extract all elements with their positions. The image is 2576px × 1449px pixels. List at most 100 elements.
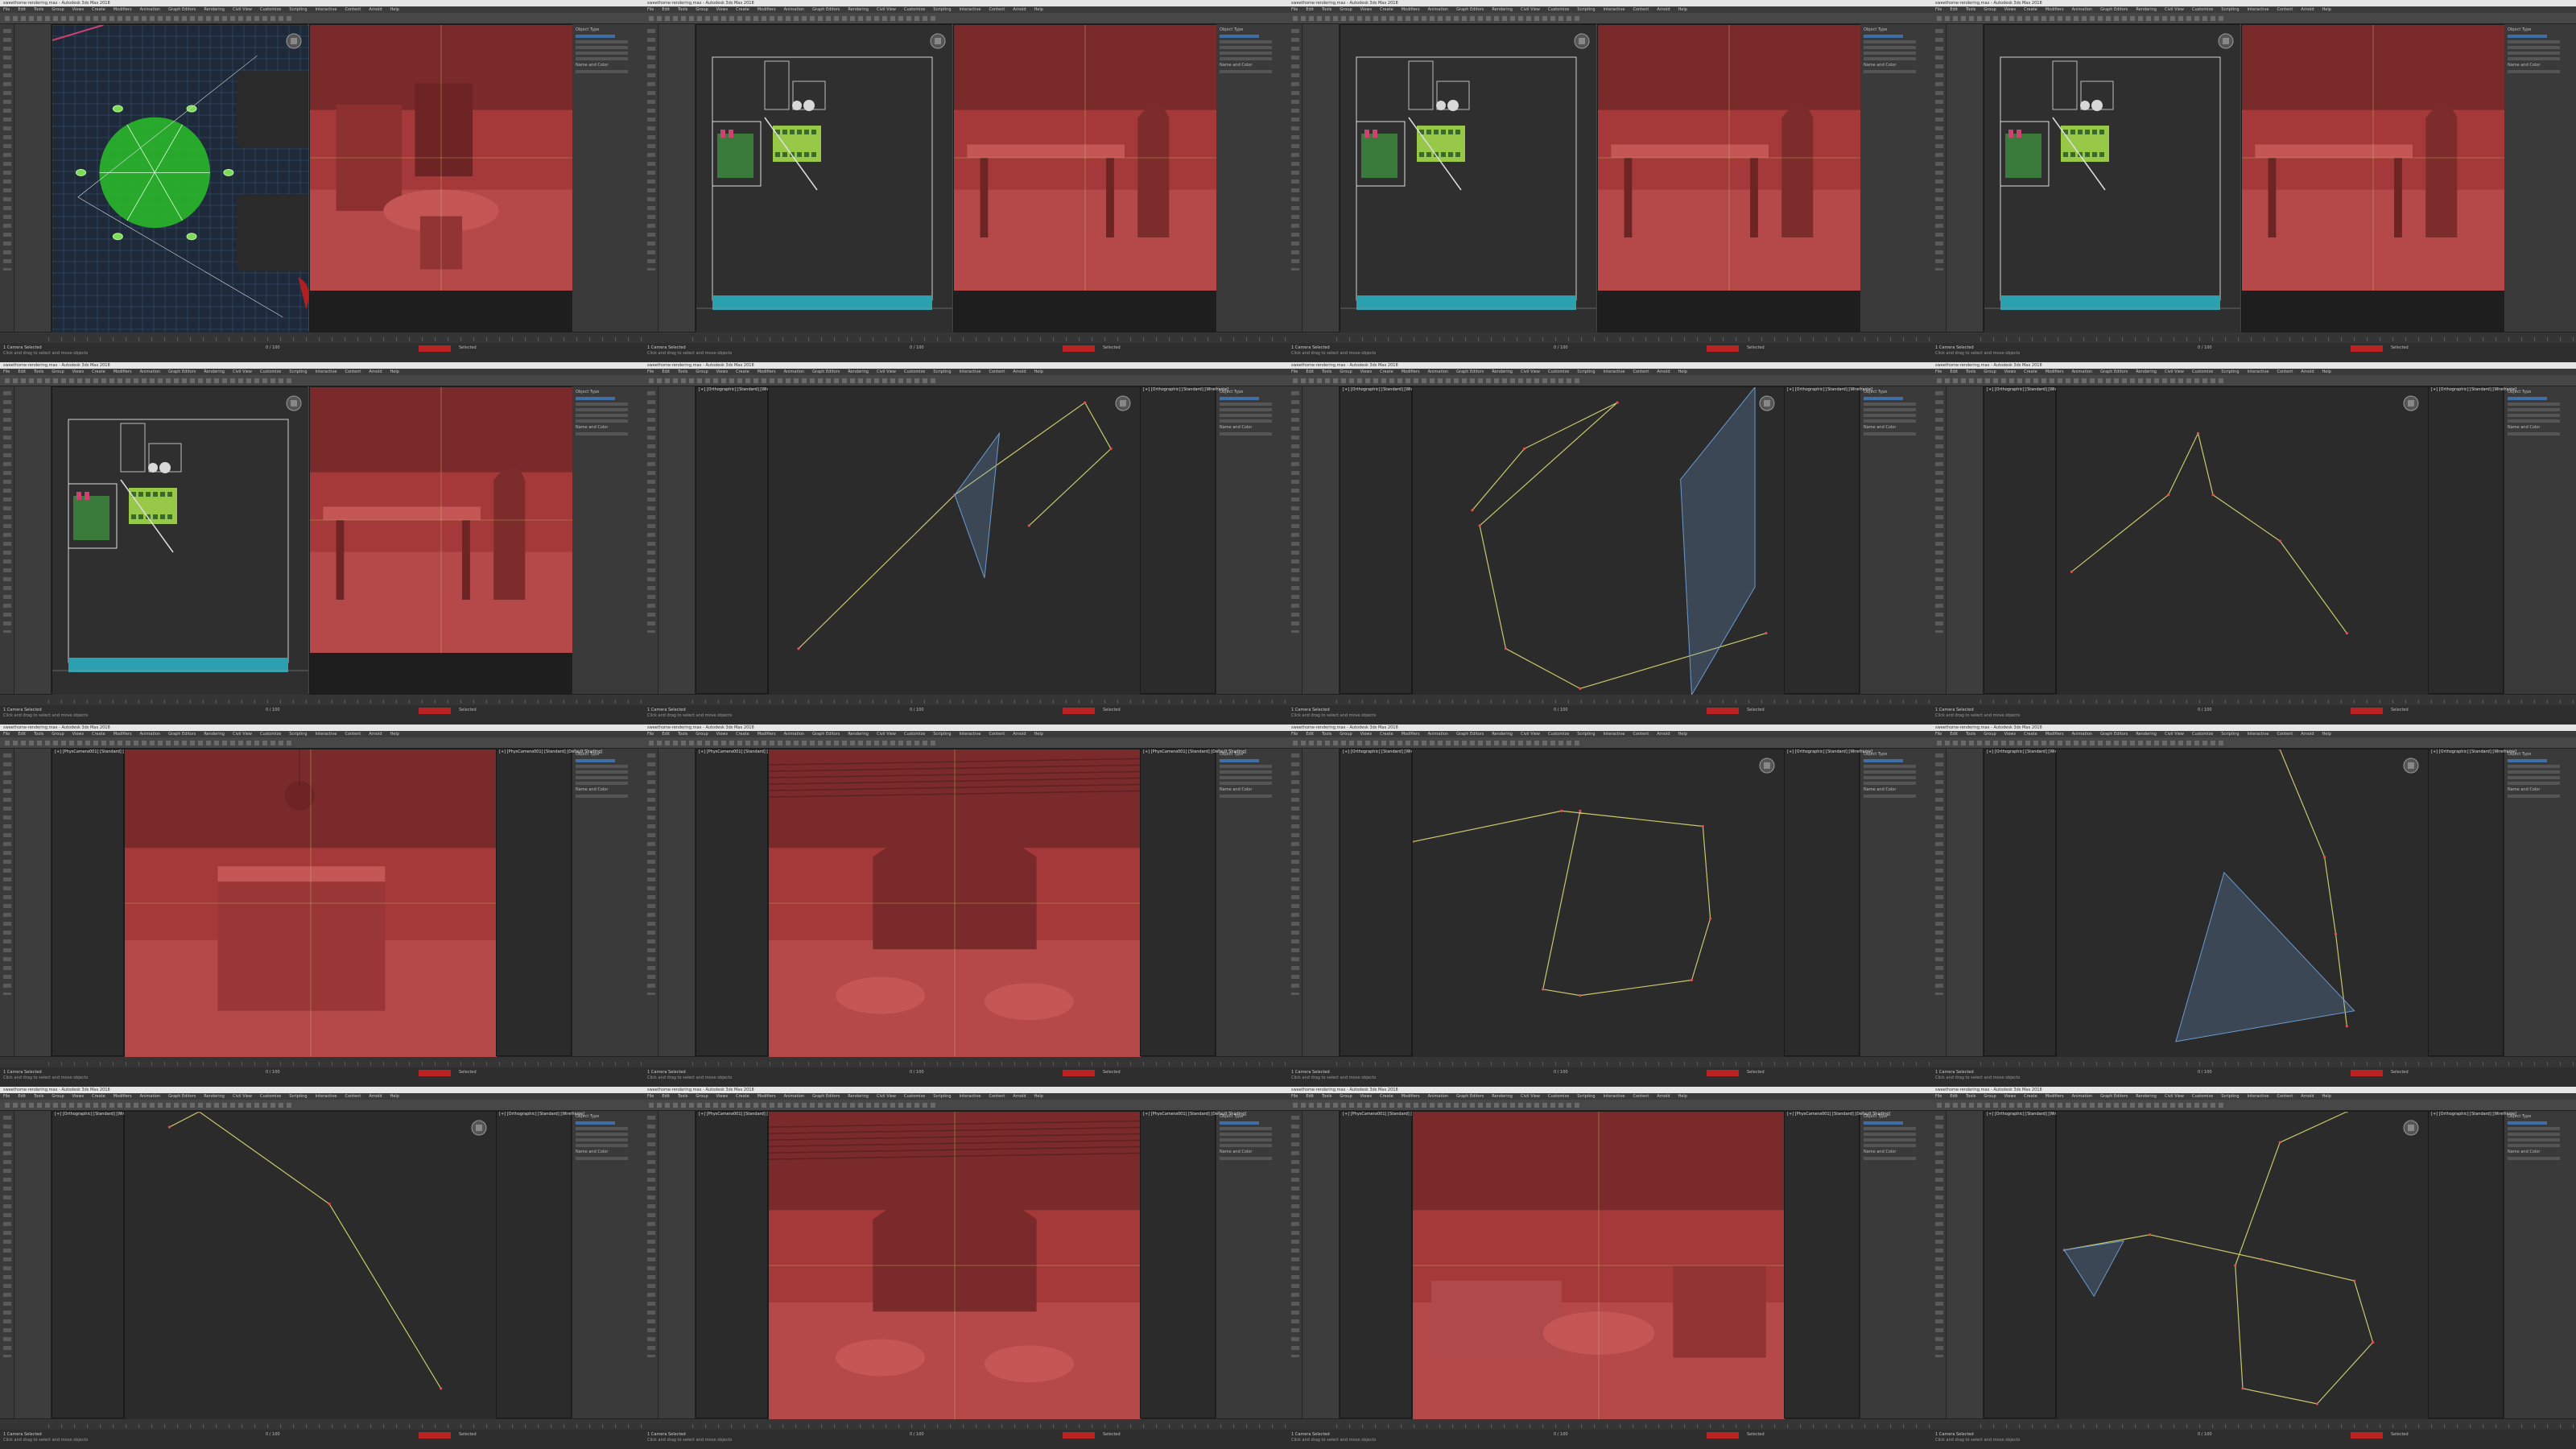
auto-key-button[interactable] xyxy=(2351,708,2383,714)
timeline[interactable] xyxy=(0,1418,644,1430)
menu-item[interactable]: Scripting xyxy=(289,7,307,12)
scene-explorer[interactable] xyxy=(658,749,696,1056)
menu-item[interactable]: Civil View xyxy=(1521,369,1540,374)
command-panel-button[interactable] xyxy=(2508,1127,2560,1130)
menu-item[interactable]: Edit xyxy=(18,369,26,374)
viewport-border[interactable]: [+] [Orthographic] [Standard] [Wireframe… xyxy=(496,1111,584,1418)
selected-set[interactable]: Selected xyxy=(1747,1432,1765,1438)
menu-item[interactable]: Graph Editors xyxy=(812,369,840,374)
viewport-label[interactable]: [+] [PhysCamera001] [Standard] [Default … xyxy=(497,749,602,755)
menu-item[interactable]: Help xyxy=(1034,369,1043,374)
selected-set[interactable]: Selected xyxy=(2391,345,2409,351)
command-panel-field[interactable] xyxy=(1220,1157,1272,1160)
menu-item[interactable]: Modifiers xyxy=(2046,7,2064,12)
menu-item[interactable]: File xyxy=(1935,7,1942,12)
camera-viewport[interactable]: [+] [PhysCamera001] [Standard] [Default … xyxy=(768,749,1141,1057)
menu-item[interactable]: Civil View xyxy=(2165,7,2184,12)
menu-item[interactable]: Arnold xyxy=(1013,1094,1026,1099)
menu-item[interactable]: Graph Editors xyxy=(2100,1094,2128,1099)
menu-item[interactable]: Animation xyxy=(140,7,161,12)
menu-item[interactable]: Graph Editors xyxy=(168,1094,196,1099)
left-toolbar[interactable] xyxy=(1932,1111,1946,1418)
timeline[interactable] xyxy=(1288,332,1932,343)
left-toolbar[interactable] xyxy=(644,24,658,332)
menu-item[interactable]: Rendering xyxy=(848,1094,869,1099)
command-panel[interactable]: Object Type Name and Color xyxy=(2504,386,2576,694)
menu-item[interactable]: Modifiers xyxy=(2046,1094,2064,1099)
left-toolbar[interactable] xyxy=(1932,24,1946,332)
menu-item[interactable]: File xyxy=(647,369,654,374)
menu-item[interactable]: Views xyxy=(2004,1094,2016,1099)
menu-item[interactable]: Tools xyxy=(1322,7,1331,12)
menu-item[interactable]: Create xyxy=(92,7,105,12)
menu-item[interactable]: Create xyxy=(1380,732,1393,737)
menu-item[interactable]: File xyxy=(1935,732,1942,737)
viewport-border[interactable]: [+] [Orthographic] [Standard] [Wireframe… xyxy=(52,1111,140,1418)
menu-item[interactable]: Create xyxy=(92,369,105,374)
menu-item[interactable]: Create xyxy=(2024,732,2037,737)
menu-item[interactable]: Interactive xyxy=(2248,1094,2269,1099)
viewport-label[interactable]: [+] [Orthographic] [Standard] [Wireframe… xyxy=(1340,387,1428,393)
timeline[interactable] xyxy=(1932,1418,2576,1430)
auto-key-button[interactable] xyxy=(1707,708,1739,714)
command-panel-button[interactable] xyxy=(2508,1138,2560,1141)
main-toolbar[interactable] xyxy=(1288,13,1932,34)
viewport-label[interactable]: [+] [PhysCamera001] [Standard] [Default … xyxy=(1340,1112,1446,1117)
menu-item[interactable]: Rendering xyxy=(204,1094,225,1099)
command-panel-button[interactable] xyxy=(576,40,628,43)
selected-set[interactable]: Selected xyxy=(1747,345,1765,351)
viewport-label[interactable]: [+] [Orthographic] [Standard] [Wireframe… xyxy=(497,1112,584,1117)
camera-viewport[interactable]: [+] [PhysCamera001] [Standard] [Default … xyxy=(768,1111,1141,1419)
menu-item[interactable]: Group xyxy=(1984,732,1996,737)
menu-item[interactable]: Arnold xyxy=(2301,1094,2314,1099)
command-panel-field[interactable] xyxy=(1220,70,1272,73)
menu-item[interactable]: Civil View xyxy=(233,7,252,12)
menu-item[interactable]: Scripting xyxy=(933,732,951,737)
left-toolbar[interactable] xyxy=(1288,1111,1302,1418)
menu-item[interactable]: Scripting xyxy=(289,1094,307,1099)
command-panel-button[interactable] xyxy=(1220,765,1272,768)
selected-set[interactable]: Selected xyxy=(1103,708,1121,713)
menu-item[interactable]: Create xyxy=(2024,1094,2037,1099)
menu-item[interactable]: Help xyxy=(1034,732,1043,737)
main-toolbar[interactable] xyxy=(1932,1100,2576,1121)
viewport-canvas[interactable] xyxy=(2057,387,2429,695)
auto-key-button[interactable] xyxy=(1063,1070,1095,1076)
menu-item[interactable]: Group xyxy=(696,732,708,737)
menu-item[interactable]: Create xyxy=(1380,369,1393,374)
menu-item[interactable]: Civil View xyxy=(2165,369,2184,374)
left-toolbar[interactable] xyxy=(0,24,14,332)
menu-item[interactable]: Animation xyxy=(140,369,161,374)
path-viewport[interactable]: [+] [Orthographic] [Standard] [Wireframe… xyxy=(1412,749,1785,1057)
menu-item[interactable]: Interactive xyxy=(316,7,337,12)
menu-item[interactable]: Tools xyxy=(34,7,43,12)
menu-item[interactable]: Group xyxy=(1984,1094,1996,1099)
command-panel-button[interactable] xyxy=(2508,46,2560,49)
viewcube-icon[interactable] xyxy=(1759,758,1775,774)
menu-item[interactable]: Animation xyxy=(2072,732,2093,737)
menu-item[interactable]: Customize xyxy=(1548,7,1569,12)
menu-item[interactable]: Views xyxy=(72,1094,84,1099)
menu-item[interactable]: Animation xyxy=(1428,732,1449,737)
viewport-border[interactable]: [+] [PhysCamera001] [Standard] [Default … xyxy=(52,749,158,1056)
command-panel-button[interactable] xyxy=(1864,1144,1916,1147)
menu-item[interactable]: Scripting xyxy=(2221,732,2239,737)
menu-item[interactable]: Animation xyxy=(784,369,805,374)
viewport-label[interactable]: [+] [Orthographic] [Standard] [Wireframe… xyxy=(1984,1112,2072,1117)
command-panel-button[interactable] xyxy=(2508,776,2560,779)
command-panel-field[interactable] xyxy=(1864,1157,1916,1160)
menu-item[interactable]: Graph Editors xyxy=(2100,732,2128,737)
menu-item[interactable]: Graph Editors xyxy=(1456,369,1484,374)
menu-item[interactable]: Animation xyxy=(2072,369,2093,374)
path-viewport[interactable]: [+] [Orthographic] [Standard] [Wireframe… xyxy=(2056,749,2429,1057)
command-panel-button[interactable] xyxy=(1220,408,1272,411)
menu-item[interactable]: Create xyxy=(2024,7,2037,12)
left-toolbar[interactable] xyxy=(644,1111,658,1418)
command-panel-button[interactable] xyxy=(1220,759,1259,762)
viewcube-icon[interactable] xyxy=(286,395,302,411)
menu-item[interactable]: Views xyxy=(1360,732,1372,737)
menu-item[interactable]: Arnold xyxy=(1657,732,1670,737)
command-panel-button[interactable] xyxy=(576,782,628,785)
menu-item[interactable]: Modifiers xyxy=(758,1094,776,1099)
camera-viewport[interactable]: [+] [PhysCamera001] [Standard] [Default … xyxy=(2241,24,2504,332)
